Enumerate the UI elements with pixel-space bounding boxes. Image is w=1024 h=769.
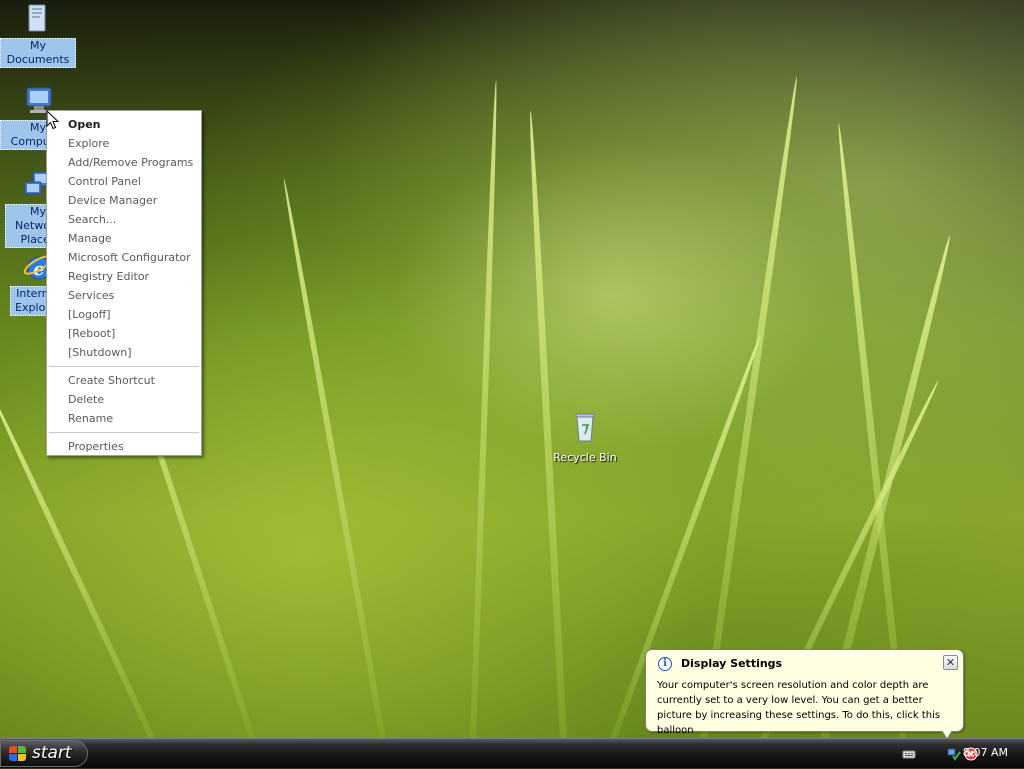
network-connection-icon[interactable] xyxy=(947,746,961,761)
balloon-close-button[interactable]: ✕ xyxy=(943,655,958,670)
menu-item-control-panel[interactable]: Control Panel xyxy=(47,172,201,191)
menu-item-search[interactable]: Search... xyxy=(47,210,201,229)
menu-item-manage[interactable]: Manage xyxy=(47,229,201,248)
start-label: start xyxy=(32,743,72,763)
recycle-bin-label: Recycle Bin xyxy=(553,451,617,464)
menu-item-delete[interactable]: Delete xyxy=(47,390,201,409)
menu-item-add-remove-programs[interactable]: Add/Remove Programs xyxy=(47,153,201,172)
menu-separator xyxy=(49,366,199,367)
start-button[interactable]: start xyxy=(0,740,88,767)
menu-item-logoff[interactable]: [Logoff] xyxy=(47,305,201,324)
my-documents-desktop-icon[interactable]: My Documents xyxy=(0,2,76,68)
recycle-bin-desktop-icon[interactable]: Recycle Bin xyxy=(547,410,623,465)
context-menu: Open Explore Add/Remove Programs Control… xyxy=(46,110,202,456)
balloon-message: Your computer's screen resolution and co… xyxy=(657,680,941,736)
recycle-bin-icon xyxy=(568,410,602,444)
info-icon: i xyxy=(658,657,672,671)
keyboard-icon[interactable] xyxy=(902,746,916,760)
menu-item-services[interactable]: Services xyxy=(47,286,201,305)
menu-item-explore[interactable]: Explore xyxy=(47,134,201,153)
menu-item-rename[interactable]: Rename xyxy=(47,409,201,428)
my-documents-label: My Documents xyxy=(0,38,76,68)
windows-flag-icon xyxy=(9,746,27,762)
menu-separator xyxy=(49,432,199,433)
menu-item-reboot[interactable]: [Reboot] xyxy=(47,324,201,343)
menu-item-properties[interactable]: Properties xyxy=(47,437,201,456)
folder-icon xyxy=(21,2,55,36)
menu-item-create-shortcut[interactable]: Create Shortcut xyxy=(47,371,201,390)
system-tray: 8:07 AM xyxy=(874,739,1024,769)
clock[interactable]: 8:07 AM xyxy=(963,746,1008,759)
menu-item-open[interactable]: Open xyxy=(47,115,201,134)
menu-item-registry-editor[interactable]: Registry Editor xyxy=(47,267,201,286)
mouse-pointer-icon xyxy=(46,109,60,130)
display-settings-balloon[interactable]: i Display Settings ✕ Your computer's scr… xyxy=(645,649,964,740)
balloon-title: Display Settings xyxy=(681,657,783,670)
taskbar: start 8:07 AM xyxy=(0,738,1024,768)
menu-item-microsoft-configurator[interactable]: Microsoft Configurator xyxy=(47,248,201,267)
menu-item-device-manager[interactable]: Device Manager xyxy=(47,191,201,210)
menu-item-shutdown[interactable]: [Shutdown] xyxy=(47,343,201,362)
